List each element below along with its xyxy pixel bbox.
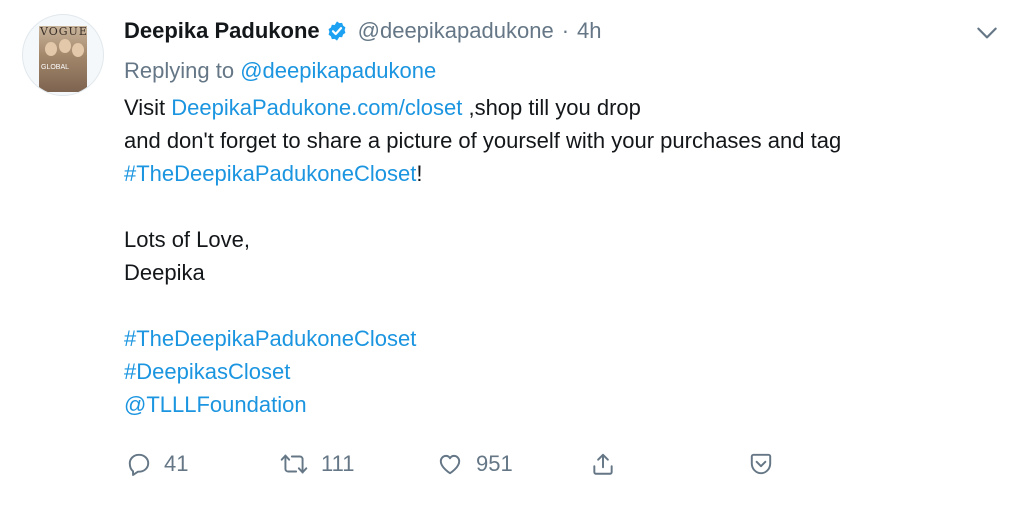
hashtag-link[interactable]: #TheDeepikaPadukoneCloset [124, 326, 416, 351]
like-button[interactable]: 951 [436, 444, 513, 484]
text-segment: ! [416, 161, 423, 186]
author-name[interactable]: Deepika Padukone [124, 18, 320, 44]
retweet-icon [280, 454, 308, 474]
tweet-line: Lots of Love, [124, 227, 250, 252]
replying-to: Replying to @deepikapadukone [124, 56, 436, 86]
closet-link[interactable]: DeepikaPadukone.com/closet [171, 95, 462, 120]
replying-to-mention[interactable]: @deepikapadukone [240, 58, 436, 83]
replying-to-label: Replying to [124, 58, 235, 83]
like-count: 951 [476, 451, 513, 476]
text-segment: ,shop till you drop [462, 95, 641, 120]
tweet-text: Visit DeepikaPadukone.com/closet ,shop t… [124, 91, 1004, 421]
bookmark-button[interactable] [748, 444, 774, 484]
hashtag-link[interactable]: #DeepikasCloset [124, 359, 290, 384]
verified-badge-icon [328, 21, 346, 41]
avatar-masthead: VOGUE [40, 25, 88, 38]
reply-icon [128, 453, 150, 476]
tweet-line: @TLLLFoundation [124, 388, 1004, 421]
reply-button[interactable]: 41 [126, 444, 188, 484]
tweet-timestamp[interactable]: 4h [577, 18, 601, 44]
reply-count: 41 [164, 451, 189, 476]
separator-dot: · [561, 18, 570, 43]
avatar-image: VOGUE GLOBAL [39, 26, 87, 92]
tweet-line: #DeepikasCloset [124, 355, 1004, 388]
tweet-line: and don't forget to share a picture of y… [124, 128, 842, 153]
tweet-header: Deepika Padukone @deepikapadukone · 4h [124, 14, 602, 48]
share-icon [593, 453, 613, 475]
avatar[interactable]: VOGUE GLOBAL [22, 14, 104, 96]
tweet-line: #TheDeepikaPadukoneCloset [124, 322, 1004, 355]
retweet-button[interactable]: 111 [279, 444, 354, 484]
share-button[interactable] [590, 444, 616, 484]
mention-link[interactable]: @TLLLFoundation [124, 392, 307, 417]
tweet-line: Deepika [124, 260, 205, 285]
avatar-tagline: GLOBAL [41, 64, 70, 71]
tweet: VOGUE GLOBAL Deepika Padukone @deepikapa… [0, 0, 1024, 516]
author-handle[interactable]: @deepikapadukone [358, 18, 554, 44]
tweet-actions: 41 111 951 [124, 444, 924, 484]
bookmark-icon [750, 453, 772, 475]
hashtag-link[interactable]: #TheDeepikaPadukoneCloset [124, 161, 416, 186]
avatar-face-left [45, 42, 57, 56]
tweet-line: Visit DeepikaPadukone.com/closet ,shop t… [124, 91, 1004, 124]
text-segment: Visit [124, 95, 172, 120]
avatar-face-right [72, 43, 84, 57]
like-icon [439, 454, 461, 475]
tweet-line: #TheDeepikaPadukoneCloset! [124, 157, 1004, 190]
chevron-down-icon[interactable] [974, 20, 1000, 46]
retweet-count: 111 [321, 451, 355, 476]
avatar-face-center [59, 39, 71, 53]
